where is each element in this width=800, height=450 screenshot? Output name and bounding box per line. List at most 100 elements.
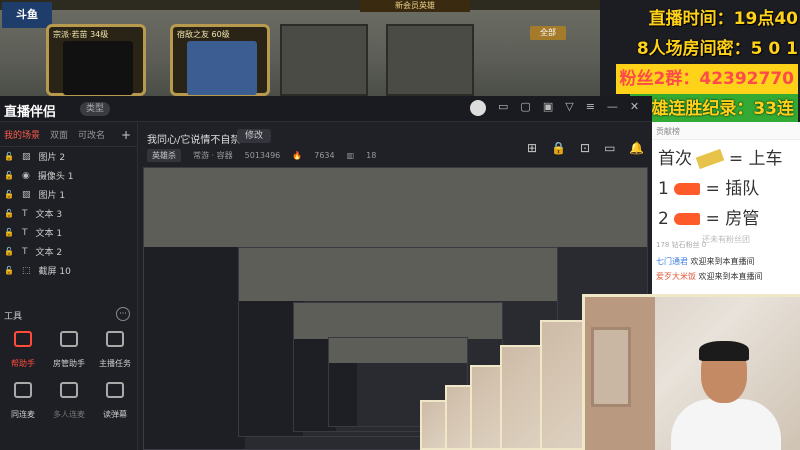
close-icon[interactable]: ✕ <box>630 100 639 116</box>
chat-message: 爱歹大米饭 欢迎来到本直播间 <box>652 269 800 284</box>
source-item[interactable]: 🔓 ▨ 图片 2 <box>0 147 137 166</box>
tool-label: 房管助手 <box>53 359 85 368</box>
image-icon: ▨ <box>21 189 31 200</box>
lock-icon[interactable]: 🔒 <box>551 141 566 155</box>
tools-header: 工具 ··· <box>0 307 138 325</box>
new-hero-button: 新会员英雄 <box>360 0 470 12</box>
source-item[interactable]: 🔓 T 文本 1 <box>0 223 137 242</box>
menu-icon[interactable]: ≡ <box>586 100 595 116</box>
guide-prefix: 首次 <box>658 149 692 169</box>
chat-text: 欢迎来到本直播间 <box>698 272 763 281</box>
tool-helper[interactable]: 帮助手 <box>0 331 46 370</box>
screen-icon[interactable]: ▣ <box>543 100 553 116</box>
screen-root: 斗鱼 宗派·若苗 34级 宿敌之友 60级 新会员英雄 全部 直播时间：19点4… <box>0 0 800 450</box>
overlay-fan-group: 粉丝2群：42392770 <box>615 64 798 94</box>
filter-icon[interactable]: ▽ <box>565 100 573 116</box>
cam-person-body <box>671 399 781 450</box>
task-icon <box>106 331 124 347</box>
avatar[interactable] <box>470 100 486 116</box>
room-meta: 英雄杀 常游 · 容器 5013496 🔥 7634 ▥ 18 <box>147 149 376 162</box>
guide-row: 2 = 房管 <box>658 204 794 234</box>
source-label: 截屏 10 <box>38 267 71 277</box>
all-filter-button: 全部 <box>530 26 566 40</box>
lock-icon[interactable]: 🔓 <box>4 247 14 256</box>
room-category: 常游 · 容器 <box>193 151 233 160</box>
co-stream-icon <box>14 382 32 398</box>
douyu-logo: 斗鱼 <box>2 2 52 28</box>
camera-icon: ◉ <box>21 170 30 181</box>
lock-icon[interactable]: 🔓 <box>4 228 14 237</box>
hero-card-name: 宗派·若苗 34级 <box>53 30 109 39</box>
chat-message: 七门通君 欢迎来到本直播间 <box>652 254 800 269</box>
lock-icon[interactable]: 🔓 <box>4 152 14 161</box>
heat-value: 7634 <box>314 151 335 160</box>
game-background: 斗鱼 宗派·若苗 34级 宿敌之友 60级 新会员英雄 全部 <box>0 0 600 96</box>
tool-label: 主播任务 <box>99 359 131 368</box>
chat-text: 欢迎来到本直播间 <box>690 257 755 266</box>
bell-icon[interactable]: 🔔 <box>629 141 644 155</box>
tool-co-stream[interactable]: 同连麦 <box>0 382 46 421</box>
overlay-stream-time: 直播时间：19点40 <box>648 9 798 29</box>
viewer-count: 18 <box>366 151 377 160</box>
game-category-chip[interactable]: 英雄杀 <box>147 149 181 162</box>
tools-grid: 帮助手 房管助手 主播任务 同连麦 多人连麦 读弹幕 <box>0 331 138 421</box>
tool-read-danmaku[interactable]: 读弹幕 <box>92 382 138 421</box>
overlay-room-password: 8人场房间密：5 0 1 <box>636 39 798 59</box>
source-item[interactable]: 🔓 ▨ 图片 1 <box>0 185 137 204</box>
source-item[interactable]: 🔓 T 文本 3 <box>0 204 137 223</box>
tool-multi-stream[interactable]: 多人连麦 <box>46 382 92 421</box>
fire-icon: 🔥 <box>292 151 303 160</box>
record-icon[interactable]: ⊡ <box>580 141 590 155</box>
tool-room-manager[interactable]: 房管助手 <box>46 331 92 370</box>
text-icon: T <box>21 246 28 257</box>
hero-card-portrait <box>63 41 133 95</box>
lock-icon[interactable]: 🔓 <box>4 171 14 180</box>
source-label: 图片 2 <box>38 153 66 163</box>
guide-text: = 插队 <box>705 179 760 199</box>
chat-user[interactable]: 爱歹大米饭 <box>656 272 696 281</box>
webcam-feed <box>582 294 800 450</box>
lock-icon[interactable]: 🔓 <box>4 266 14 275</box>
edit-title-button[interactable]: 修改 <box>237 129 272 143</box>
guide-prefix: 1 <box>658 179 669 199</box>
version-badge[interactable]: 类型 <box>80 102 111 116</box>
more-tools-button[interactable]: ··· <box>116 307 130 321</box>
danmaku-icon <box>106 382 124 398</box>
tool-label: 多人连麦 <box>53 410 85 419</box>
folder-icon[interactable]: ▢ <box>520 100 530 116</box>
notify-icon[interactable]: ▭ <box>604 141 615 155</box>
text-icon: T <box>21 227 28 238</box>
source-label: 图片 1 <box>38 191 66 201</box>
source-item[interactable]: 🔓 ◉ 摄像头 1 <box>0 166 137 185</box>
multi-stream-icon <box>60 382 78 398</box>
guide-text: = 上车 <box>728 149 783 169</box>
message-icon[interactable]: ▭ <box>498 100 508 116</box>
app-brand: 直播伴侣 <box>4 105 57 120</box>
tab-my-scene[interactable]: 我的场景 <box>4 128 40 141</box>
tab-dual[interactable]: 双面 <box>50 128 68 141</box>
guide-text: = 房管 <box>705 209 760 229</box>
hero-card-portrait <box>187 41 257 95</box>
plane-icon <box>674 183 701 195</box>
hero-card: 宗派·若苗 34级 <box>46 24 146 96</box>
manager-icon <box>60 331 78 347</box>
grid-icon[interactable]: ⊞ <box>527 141 537 155</box>
tab-renamable[interactable]: 可改名 <box>78 128 105 141</box>
empty-hero-slot <box>386 24 474 96</box>
source-item[interactable]: 🔓 ⬚ 截屏 10 <box>0 261 137 280</box>
tool-label: 帮助手 <box>11 359 35 368</box>
minimize-icon[interactable]: — <box>607 100 618 116</box>
tools-title: 工具 <box>4 312 23 322</box>
room-id: 5013496 <box>244 151 281 160</box>
source-item[interactable]: 🔓 T 文本 2 <box>0 242 137 261</box>
source-label: 文本 1 <box>35 229 63 239</box>
source-label: 文本 2 <box>35 248 63 258</box>
chat-user[interactable]: 七门通君 <box>656 257 688 266</box>
lock-icon[interactable]: 🔓 <box>4 190 14 199</box>
tool-streamer-tasks[interactable]: 主播任务 <box>92 331 138 370</box>
preview-toolbar: ⊞ 🔒 ⊡ ▭ 🔔 ⋔ <box>527 141 668 155</box>
cam-door-frame <box>591 327 631 407</box>
add-scene-button[interactable]: + <box>121 128 131 142</box>
guide-prefix: 2 <box>658 209 669 229</box>
lock-icon[interactable]: 🔓 <box>4 209 14 218</box>
